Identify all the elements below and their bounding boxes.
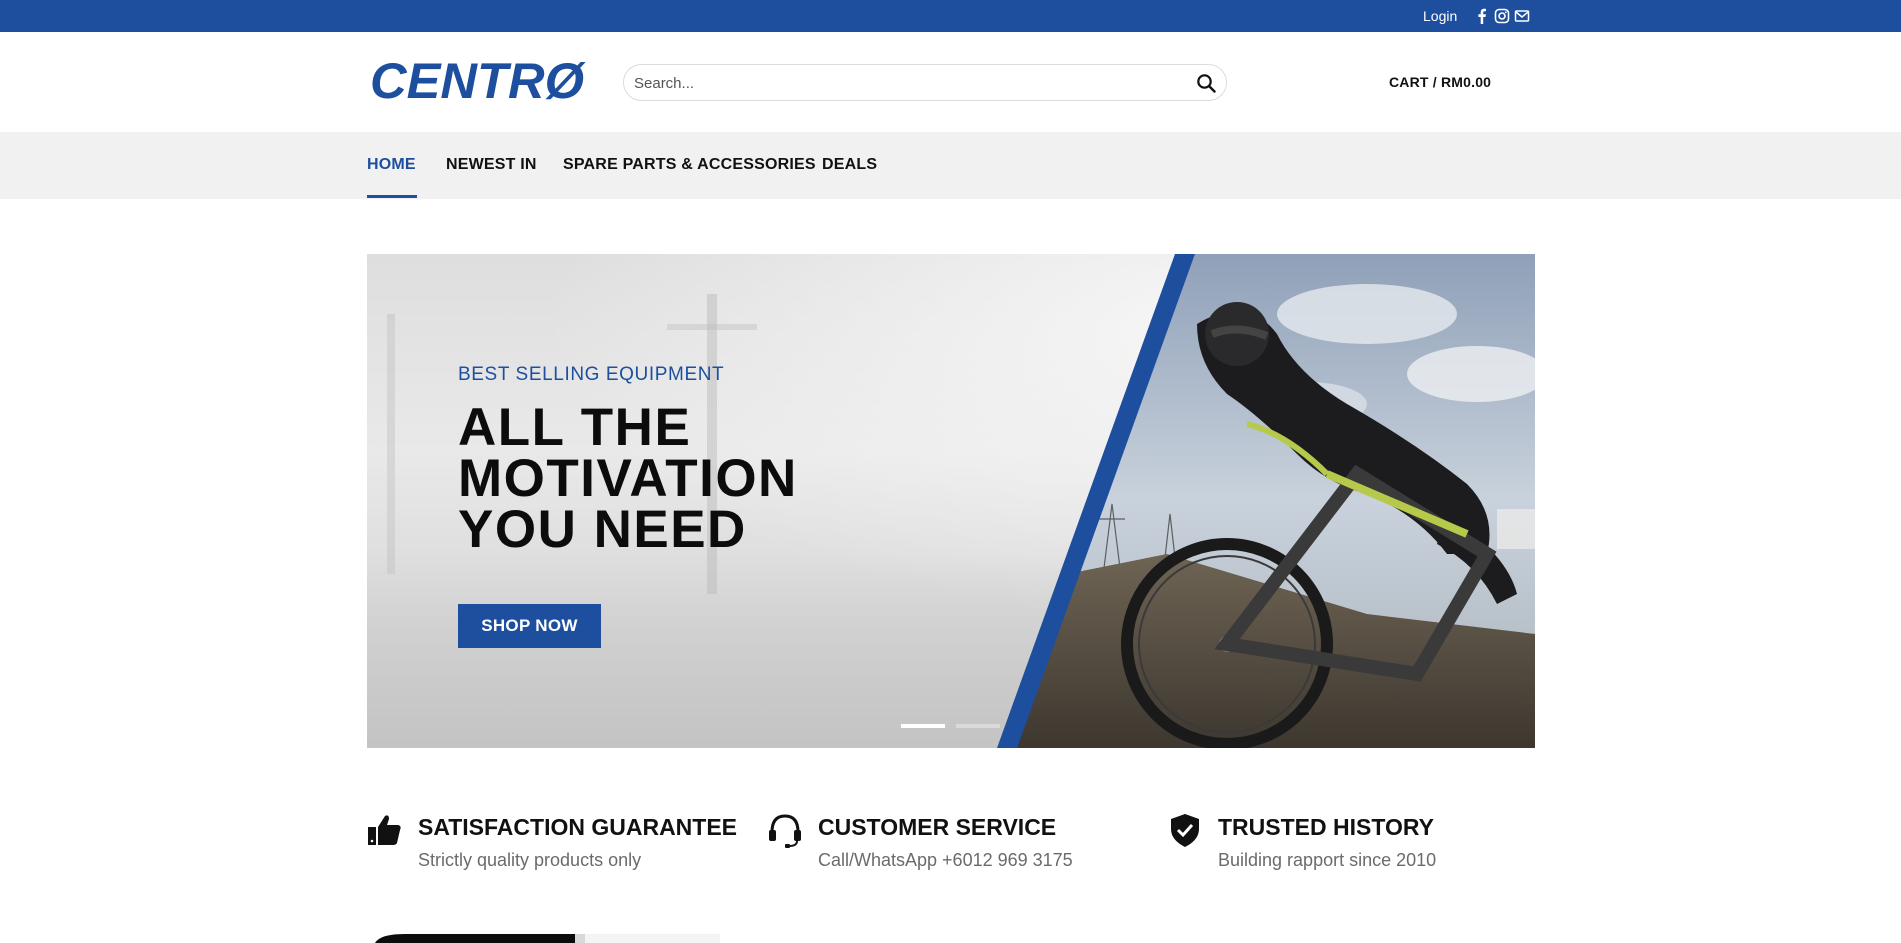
- hero-slider: BEST SELLING EQUIPMENT ALL THE MOTIVATIO…: [367, 254, 1535, 748]
- mail-icon[interactable]: [1514, 8, 1530, 24]
- feature-subtitle: Building rapport since 2010: [1218, 850, 1437, 870]
- feature-title: CUSTOMER SERVICE: [818, 814, 1057, 840]
- search-box: [623, 64, 1227, 101]
- hero-eyebrow: BEST SELLING EQUIPMENT: [458, 364, 725, 385]
- centro-logo[interactable]: CENTRØ: [367, 54, 587, 110]
- slider-dot[interactable]: [956, 724, 1000, 728]
- logo-text: CENTRØ: [370, 54, 586, 109]
- nav-item-deals[interactable]: DEALS: [822, 156, 877, 174]
- shop-now-button[interactable]: SHOP NOW: [458, 604, 601, 648]
- next-section-banner-peek: [375, 934, 720, 943]
- feature-subtitle: Strictly quality products only: [418, 850, 642, 870]
- top-bar: Login: [0, 0, 1901, 32]
- nav-item-home[interactable]: HOME: [367, 156, 416, 174]
- nav-item-spare-parts-accessories[interactable]: SPARE PARTS & ACCESSORIES: [563, 156, 816, 174]
- hero-headline-line: ALL THE: [458, 398, 692, 457]
- nav-active-indicator: [367, 195, 417, 198]
- feature-title: SATISFACTION GUARANTEE: [418, 814, 738, 840]
- cart-link[interactable]: CART / RM0.00: [1389, 74, 1491, 90]
- main-nav: HOME NEWEST IN SPARE PARTS & ACCESSORIES…: [0, 132, 1901, 199]
- instagram-icon[interactable]: [1494, 8, 1510, 24]
- hero-headline-line: MOTIVATION: [458, 449, 798, 508]
- hero-headline-line: YOU NEED: [458, 500, 747, 559]
- shield-check-icon: [1171, 814, 1199, 847]
- thumbs-up-icon: [368, 815, 401, 845]
- facebook-icon[interactable]: [1474, 8, 1490, 24]
- search-icon[interactable]: [1196, 73, 1216, 93]
- slider-dot-active[interactable]: [901, 724, 945, 728]
- search-input[interactable]: [634, 71, 1174, 95]
- feature-title: TRUSTED HISTORY: [1218, 814, 1434, 840]
- login-link[interactable]: Login: [1423, 8, 1457, 24]
- hero-headline: ALL THE MOTIVATION YOU NEED: [458, 398, 918, 559]
- headset-icon: [769, 814, 801, 848]
- feature-subtitle: Call/WhatsApp +6012 969 3175: [818, 850, 1073, 870]
- site-header: CENTRØ CART / RM0.00: [0, 32, 1901, 132]
- nav-item-newest-in[interactable]: NEWEST IN: [446, 156, 537, 174]
